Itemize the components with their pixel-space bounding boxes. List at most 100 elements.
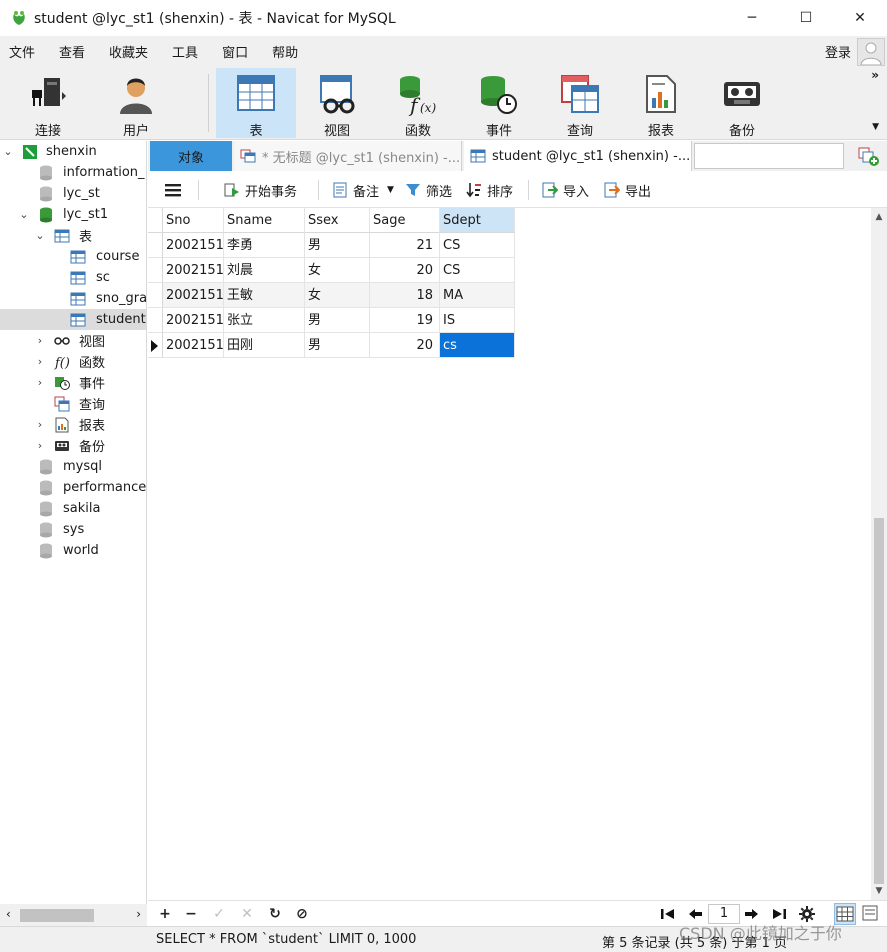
previous-page-icon[interactable] (687, 907, 703, 921)
grid-vertical-scrollbar[interactable]: ▲ ▼ (871, 208, 887, 900)
note-button[interactable]: 备注 ▼ (332, 180, 394, 200)
import-button[interactable]: 导入 (542, 180, 589, 200)
cell-sno[interactable]: 2002151 (163, 233, 224, 258)
menu-tools[interactable]: 工具 (163, 42, 207, 61)
nav-table-student[interactable]: student (0, 309, 146, 330)
login-link[interactable]: 登录 (825, 42, 851, 61)
menu-file[interactable]: 文件 (0, 42, 44, 61)
cell-sname[interactable]: 田刚 (224, 333, 305, 358)
menu-window[interactable]: 窗口 (213, 42, 257, 61)
cell-sdept[interactable]: CS (440, 258, 515, 283)
chevron-right-icon[interactable]: › (34, 334, 46, 347)
export-button[interactable]: 导出 (604, 180, 651, 200)
chevron-down-icon[interactable]: ⌄ (34, 229, 46, 242)
nav-group-views[interactable]: › 视图 (0, 330, 146, 351)
discard-changes-button[interactable]: ✕ (238, 905, 256, 923)
cell-ssex[interactable]: 男 (305, 333, 370, 358)
scrollbar-thumb[interactable] (874, 518, 884, 884)
menu-favorites[interactable]: 收藏夹 (100, 42, 157, 61)
add-record-button[interactable]: + (156, 905, 174, 923)
row-header[interactable] (148, 233, 163, 258)
cell-sdept[interactable]: IS (440, 308, 515, 333)
chevron-down-icon[interactable]: ⌄ (18, 208, 30, 221)
maximize-button[interactable]: ☐ (779, 0, 833, 36)
cell-sname[interactable]: 王敏 (224, 283, 305, 308)
row-header[interactable] (148, 283, 163, 308)
chevron-right-icon[interactable]: › (34, 439, 46, 452)
cell-ssex[interactable]: 男 (305, 233, 370, 258)
minimize-button[interactable]: ─ (725, 0, 779, 36)
nav-db-mysql[interactable]: mysql (0, 456, 146, 477)
nav-connection[interactable]: ⌄ shenxin (0, 141, 146, 162)
connection-button[interactable]: 连接 (8, 68, 88, 139)
row-header[interactable] (148, 333, 163, 358)
cell-sno[interactable]: 2002151 (163, 283, 224, 308)
nav-group-backups[interactable]: › 备份 (0, 435, 146, 456)
apply-changes-button[interactable]: ✓ (210, 905, 228, 923)
cell-sname[interactable]: 张立 (224, 308, 305, 333)
column-header-sage[interactable]: Sage (370, 208, 440, 233)
table-button[interactable]: 表 (216, 68, 296, 139)
cell-sname[interactable]: 刘晨 (224, 258, 305, 283)
nav-group-reports[interactable]: › 报表 (0, 414, 146, 435)
scroll-up-icon[interactable]: ▲ (871, 212, 887, 222)
delete-record-button[interactable]: − (182, 905, 200, 923)
nav-db-sys[interactable]: sys (0, 519, 146, 540)
nav-table-course[interactable]: course (0, 246, 146, 267)
nav-horizontal-scrollbar[interactable]: ‹ › (0, 904, 147, 926)
column-header-sdept[interactable]: Sdept (440, 208, 515, 233)
nav-group-functions[interactable]: › f() 函数 (0, 351, 146, 372)
cell-sname[interactable]: 李勇 (224, 233, 305, 258)
cell-ssex[interactable]: 女 (305, 283, 370, 308)
cell-sno[interactable]: 2002151 (163, 258, 224, 283)
scrollbar-thumb[interactable] (20, 909, 94, 922)
view-button[interactable]: 视图 (297, 68, 377, 139)
new-tab-icon[interactable] (855, 145, 881, 167)
event-button[interactable]: 事件 (459, 68, 539, 139)
column-header-ssex[interactable]: Ssex (305, 208, 370, 233)
function-button[interactable]: f (x) 函数 (378, 68, 458, 139)
row-header[interactable] (148, 258, 163, 283)
stop-button[interactable]: ⊘ (293, 905, 311, 923)
toolbar-overflow-icon[interactable]: » (871, 68, 879, 82)
cell-sage[interactable]: 18 (370, 283, 440, 308)
nav-db-information[interactable]: information_ (0, 162, 146, 183)
menu-help[interactable]: 帮助 (263, 42, 307, 61)
next-page-icon[interactable] (744, 907, 760, 921)
chevron-down-icon[interactable]: ▼ (387, 185, 394, 195)
nav-db-lyc-st[interactable]: lyc_st (0, 183, 146, 204)
tab-untitled-query[interactable]: * 无标题 @lyc_st1 (shenxin) -... (234, 141, 462, 171)
scroll-down-icon[interactable]: ▼ (871, 886, 887, 896)
menu-view[interactable]: 查看 (50, 42, 94, 61)
row-header[interactable] (148, 308, 163, 333)
nav-table-sc[interactable]: sc (0, 267, 146, 288)
chevron-right-icon[interactable]: › (34, 355, 46, 368)
cell-ssex[interactable]: 男 (305, 308, 370, 333)
cell-sage[interactable]: 20 (370, 258, 440, 283)
chevron-right-icon[interactable]: › (34, 418, 46, 431)
cell-ssex[interactable]: 女 (305, 258, 370, 283)
nav-group-tables[interactable]: ⌄ 表 (0, 225, 146, 246)
cell-sdept[interactable]: CS (440, 233, 515, 258)
last-page-icon[interactable] (771, 907, 787, 921)
nav-group-queries[interactable]: 查询 (0, 393, 146, 414)
report-button[interactable]: 报表 (621, 68, 701, 139)
refresh-button[interactable]: ↻ (266, 905, 284, 923)
scroll-right-icon[interactable]: › (136, 907, 141, 921)
filter-button[interactable]: 筛选 (405, 180, 452, 200)
chevron-down-icon[interactable]: ⌄ (2, 145, 14, 158)
chevron-right-icon[interactable]: › (34, 376, 46, 389)
nav-db-lyc-st1[interactable]: ⌄ lyc_st1 (0, 204, 146, 225)
cell-sage[interactable]: 20 (370, 333, 440, 358)
toolbar-dropdown-icon[interactable]: ▼ (872, 122, 879, 132)
cell-sno[interactable]: 2002151 (163, 333, 224, 358)
first-page-icon[interactable] (660, 907, 676, 921)
cell-sage[interactable]: 21 (370, 233, 440, 258)
cell-sage[interactable]: 19 (370, 308, 440, 333)
avatar[interactable] (857, 38, 885, 66)
nav-group-events[interactable]: › 事件 (0, 372, 146, 393)
backup-button[interactable]: 备份 (702, 68, 782, 139)
form-view-button[interactable] (860, 903, 882, 925)
tab-objects[interactable]: 对象 (150, 141, 232, 171)
cell-sdept[interactable]: MA (440, 283, 515, 308)
